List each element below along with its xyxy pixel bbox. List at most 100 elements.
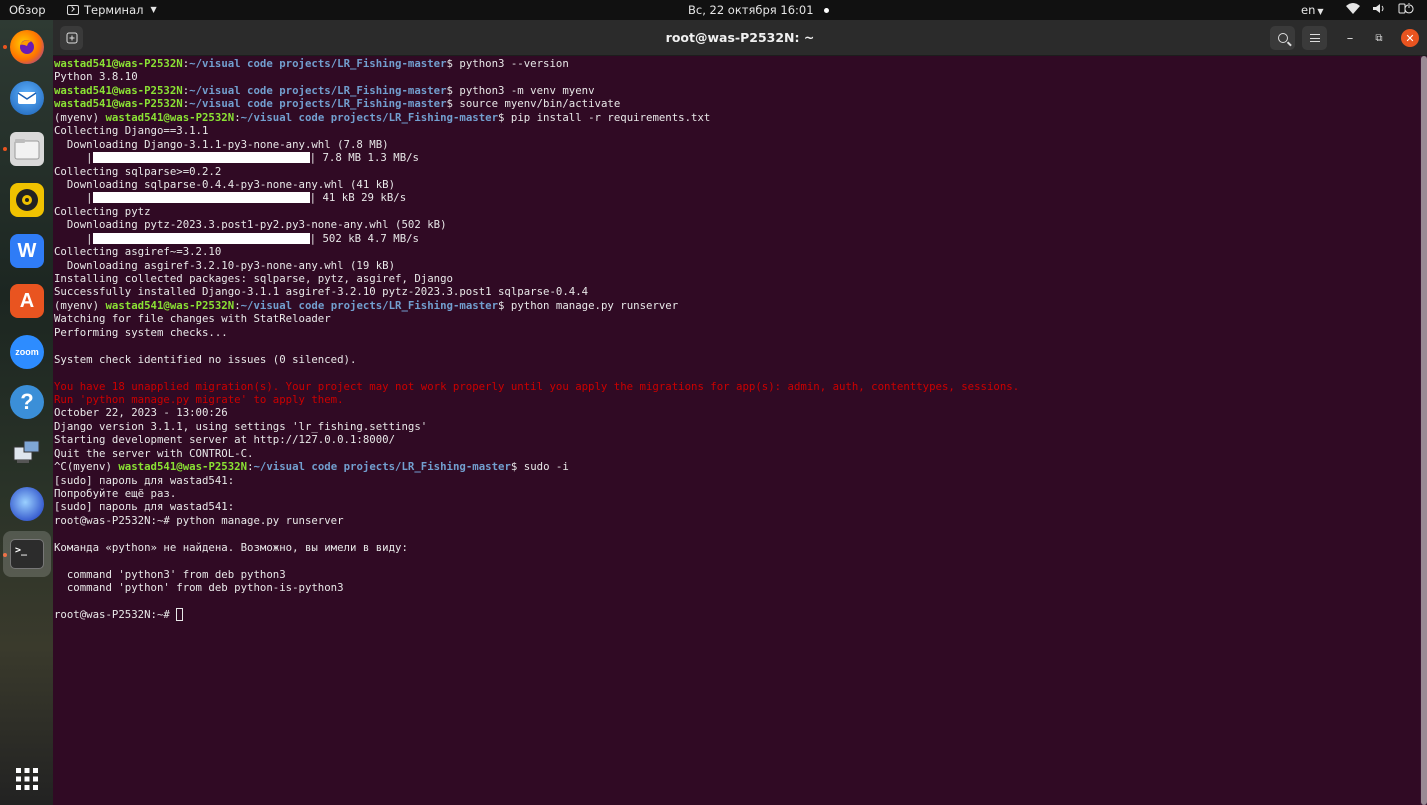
- venv-label: (myenv): [54, 298, 106, 312]
- top-panel: Обзор Терминал ▼ Вс, 22 октября 16:01 en…: [0, 0, 1427, 20]
- dock-app-center[interactable]: A: [8, 282, 46, 320]
- command-text: $ python3 -m venv myenv: [446, 83, 595, 97]
- prompt-user-host: wastad541@was-P2532N: [54, 97, 183, 111]
- root-prompt: root@was-P2532N:~#: [54, 607, 177, 621]
- header-bar[interactable]: root@was-P2532N: ~ – ⧉ ✕: [53, 20, 1427, 56]
- prompt-path: ~/visual code projects/LR_Fishing-master: [253, 460, 511, 474]
- progress-stats: | 502 kB 4.7 MB/s: [309, 231, 419, 245]
- close-button[interactable]: ✕: [1401, 29, 1419, 47]
- progress-bar: [92, 232, 310, 244]
- progress-stats: | 7.8 MB 1.3 MB/s: [309, 151, 419, 165]
- dock-rhythmbox[interactable]: [8, 181, 46, 219]
- terminal-line: Попробуйте ещё раз.: [54, 487, 177, 500]
- system-tray[interactable]: ▼: [1346, 0, 1427, 20]
- terminal-line: [sudo] пароль для wastad541:: [54, 473, 235, 487]
- interrupt-venv-label: ^C(myenv): [54, 460, 119, 474]
- command-text: $ sudo -i: [510, 460, 569, 474]
- close-icon: ✕: [1405, 31, 1415, 45]
- chevron-down-icon: ▼: [1317, 7, 1324, 16]
- gnome-app-icon: [10, 487, 44, 521]
- terminal-line: Downloading asgiref-3.2.10-py3-none-any.…: [54, 258, 396, 272]
- input-source-button[interactable]: en ▼: [1301, 0, 1324, 20]
- activities-button[interactable]: Обзор: [9, 0, 46, 20]
- dock-wps-writer[interactable]: W: [8, 232, 46, 270]
- prompt-path: ~/visual code projects/LR_Fishing-master: [189, 97, 447, 111]
- terminal-line: wastad541@was-P2532N:~/visual code proje…: [54, 57, 569, 70]
- terminal-line: ^C(myenv) wastad541@was-P2532N:~/visual …: [54, 460, 569, 474]
- command-text: $ python3 --version: [446, 57, 569, 70]
- terminal-line: (myenv) wastad541@was-P2532N:~/visual co…: [54, 298, 679, 312]
- terminal-icon: >_: [10, 539, 44, 569]
- terminal-line: command 'python3' from deb python3: [54, 567, 286, 581]
- notification-dot-icon: [823, 7, 829, 13]
- terminal-line: Collecting sqlparse>=0.2.2: [54, 164, 222, 178]
- running-indicator: [3, 45, 7, 49]
- dock-zoom[interactable]: zoom: [8, 333, 46, 371]
- terminal-line: Watching for file changes with StatReloa…: [54, 312, 331, 326]
- input-source-label: en: [1301, 3, 1316, 17]
- dock-firefox[interactable]: [8, 28, 46, 66]
- terminal-window: root@was-P2532N: ~ – ⧉ ✕ wastad541@was-P…: [53, 20, 1427, 805]
- minimize-button[interactable]: –: [1338, 26, 1362, 50]
- menu-button[interactable]: [1302, 26, 1327, 50]
- terminal-line: root@was-P2532N:~# python manage.py runs…: [54, 513, 344, 527]
- search-button[interactable]: [1270, 26, 1295, 50]
- terminal-line: Collecting asgiref~=3.2.10: [54, 245, 222, 259]
- files-icon: [10, 132, 44, 166]
- dock-files[interactable]: [8, 130, 46, 168]
- progress-bar: [92, 192, 310, 204]
- dock-gnome-app[interactable]: [8, 485, 46, 523]
- warning-line: Run 'python manage.py migrate' to apply …: [54, 392, 344, 406]
- terminal-output[interactable]: wastad541@was-P2532N:~/visual code proje…: [54, 57, 1414, 805]
- prompt-user-host: wastad541@was-P2532N: [54, 57, 183, 70]
- progress-prefix: |: [54, 191, 93, 205]
- terminal-line: System check identified no issues (0 sil…: [54, 352, 357, 366]
- dock-thunderbird[interactable]: [8, 79, 46, 117]
- dock: W A zoom ? >_: [0, 20, 53, 805]
- terminal-line: Django version 3.1.1, using settings 'lr…: [54, 419, 428, 433]
- terminal-line: Installing collected packages: sqlparse,…: [54, 272, 453, 285]
- minimize-icon: –: [1346, 30, 1354, 46]
- app-menu-button[interactable]: Терминал ▼: [67, 0, 157, 20]
- prompt-user-host: wastad541@was-P2532N: [105, 110, 235, 124]
- progress-stats: | 41 kB 29 kB/s: [309, 191, 407, 205]
- terminal-line: Downloading sqlparse-0.4.4-py3-none-any.…: [54, 177, 396, 191]
- clock-button[interactable]: Вс, 22 октября 16:01: [688, 0, 829, 20]
- terminal-line: Starting development server at http://12…: [54, 433, 396, 447]
- terminal-app-icon: [67, 5, 79, 15]
- command-text: $ python manage.py runserver: [498, 298, 679, 312]
- volume-icon: [1372, 0, 1386, 20]
- terminal-prompt-line[interactable]: root@was-P2532N:~#: [54, 607, 1414, 621]
- terminal-line: Performing system checks...: [54, 325, 228, 339]
- maximize-button[interactable]: ⧉: [1367, 26, 1391, 50]
- progress-prefix: |: [54, 231, 93, 245]
- terminal-line: Successfully installed Django-3.1.1 asgi…: [54, 285, 589, 299]
- terminal-line: October 22, 2023 - 13:00:26: [54, 406, 228, 420]
- wps-writer-icon: W: [10, 234, 44, 268]
- help-icon: ?: [10, 385, 44, 419]
- rhythmbox-icon: [10, 183, 44, 217]
- terminal-line: wastad541@was-P2532N:~/visual code proje…: [54, 83, 595, 97]
- dock-remote-desktop[interactable]: [8, 434, 46, 472]
- terminal-line: [sudo] пароль для wastad541:: [54, 500, 235, 514]
- new-tab-icon: [66, 32, 77, 44]
- progress-bar: [92, 152, 310, 164]
- terminal-line: Python 3.8.10: [54, 70, 138, 84]
- dock-help[interactable]: ?: [8, 383, 46, 421]
- new-tab-button[interactable]: [60, 26, 83, 50]
- warning-line: You have 18 unapplied migration(s). Your…: [54, 379, 1020, 393]
- clock-label: Вс, 22 октября 16:01: [688, 3, 814, 17]
- show-apps-button[interactable]: [8, 760, 46, 798]
- scrollbar-thumb[interactable]: [1421, 56, 1427, 805]
- scrollbar[interactable]: [1420, 56, 1427, 805]
- prompt-path: ~/visual code projects/LR_Fishing-master: [189, 57, 447, 70]
- prompt-user-host: wastad541@was-P2532N: [105, 298, 235, 312]
- terminal-line: (myenv) wastad541@was-P2532N:~/visual co…: [54, 110, 711, 124]
- prompt-user-host: wastad541@was-P2532N: [118, 460, 248, 474]
- dock-terminal[interactable]: >_: [3, 531, 51, 577]
- venv-label: (myenv): [54, 110, 106, 124]
- app-center-icon: A: [10, 284, 44, 318]
